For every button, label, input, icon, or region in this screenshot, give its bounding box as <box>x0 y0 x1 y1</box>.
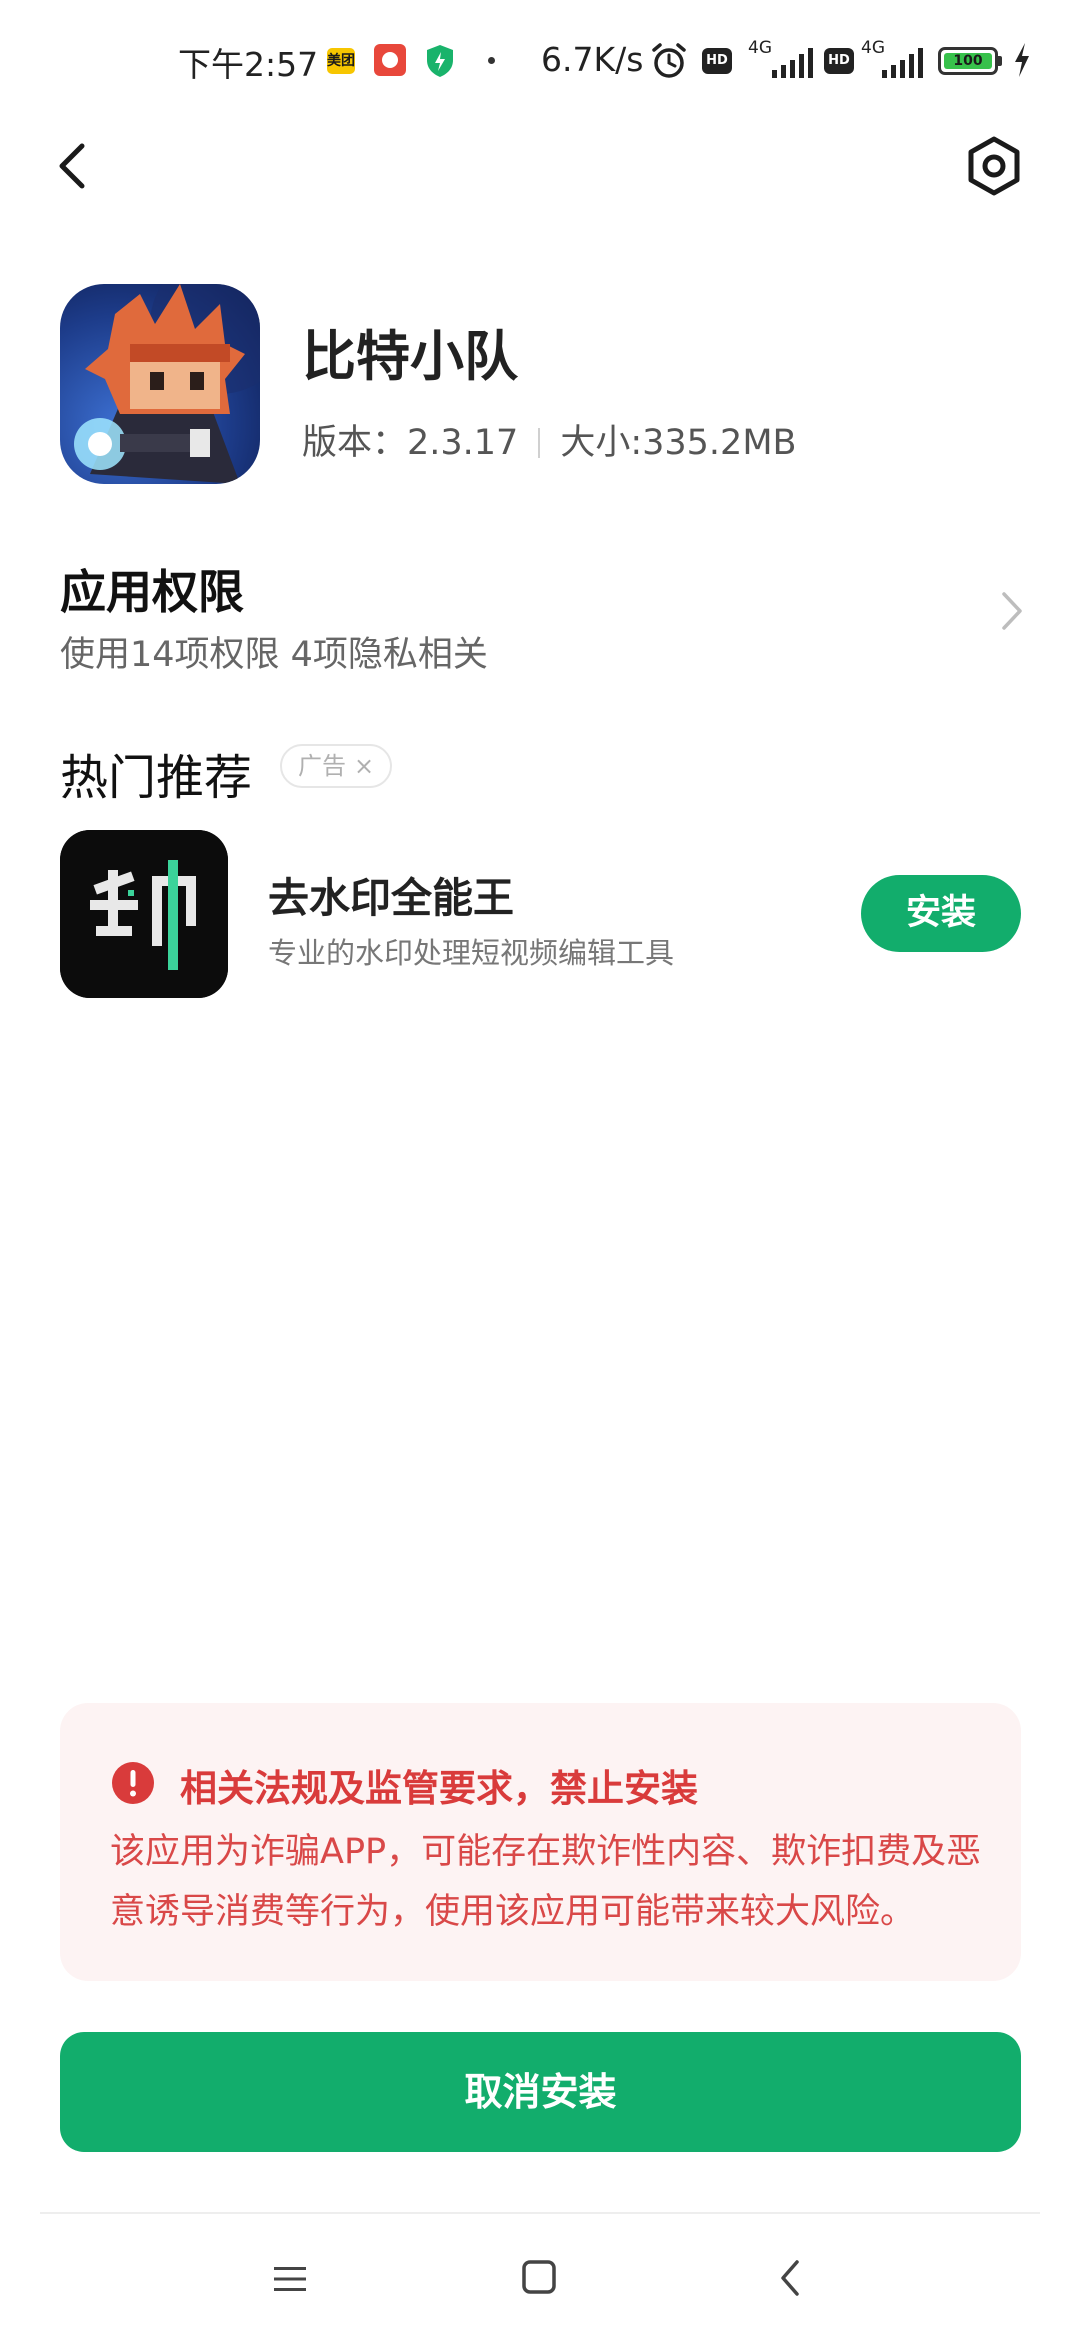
close-icon[interactable]: × <box>354 744 374 788</box>
warning-body: 该应用为诈骗APP，可能存在欺诈性内容、欺诈扣费及恶意诱导消费等行为，使用该应用… <box>110 1832 982 1932</box>
hd-icon: HD <box>702 48 732 74</box>
app-meta: 版本：2.3.17 大小:335.2MB <box>302 414 797 465</box>
app-icon <box>60 284 260 484</box>
status-time: 下午2:57 <box>178 45 319 84</box>
app-version: 版本：2.3.17 <box>302 423 519 463</box>
permissions-subtitle: 使用14项权限 4项隐私相关 <box>60 635 488 675</box>
menu-icon[interactable] <box>270 2262 310 2296</box>
red-app-icon <box>374 44 406 76</box>
home-icon[interactable] <box>520 2258 558 2296</box>
status-dot-icon <box>488 57 495 64</box>
meituan-icon: 美团 <box>327 48 355 74</box>
install-button[interactable]: 安装 <box>861 875 1021 952</box>
cancel-install-button[interactable]: 取消安装 <box>60 2032 1021 2152</box>
back-nav-icon[interactable] <box>778 2258 802 2298</box>
battery-icon: 100 <box>938 47 998 75</box>
permissions-title: 应用权限 <box>60 565 244 619</box>
recommended-app-icon[interactable] <box>60 830 228 998</box>
settings-button[interactable] <box>962 134 1026 198</box>
battery-tip <box>998 56 1002 66</box>
battery-level: 100 <box>944 53 992 69</box>
back-button[interactable] <box>48 134 100 198</box>
recommend-title: 热门推荐 <box>60 750 253 806</box>
alarm-icon <box>652 43 686 78</box>
hd-icon: HD <box>824 48 854 74</box>
chevron-right-icon <box>1002 592 1022 630</box>
nav-divider <box>40 2212 1040 2214</box>
signal-icon <box>882 48 923 78</box>
meta-divider <box>538 428 541 458</box>
ad-badge[interactable]: 广告 × <box>280 744 393 788</box>
ad-label: 广告 <box>298 752 346 780</box>
warning-icon <box>112 1762 154 1804</box>
network-speed: 6.7K/s <box>541 40 644 79</box>
charging-icon <box>1015 43 1029 77</box>
app-name: 比特小队 <box>302 325 518 388</box>
recommended-app-name[interactable]: 去水印全能王 <box>268 864 514 924</box>
network-type-1: 4G <box>748 38 772 58</box>
shield-icon <box>427 45 453 77</box>
signal-icon <box>772 48 813 78</box>
app-size: 大小:335.2MB <box>560 423 797 463</box>
warning-title: 相关法规及监管要求，禁止安装 <box>180 1767 698 1810</box>
recommended-app-description: 专业的水印处理短视频编辑工具 <box>268 936 675 970</box>
